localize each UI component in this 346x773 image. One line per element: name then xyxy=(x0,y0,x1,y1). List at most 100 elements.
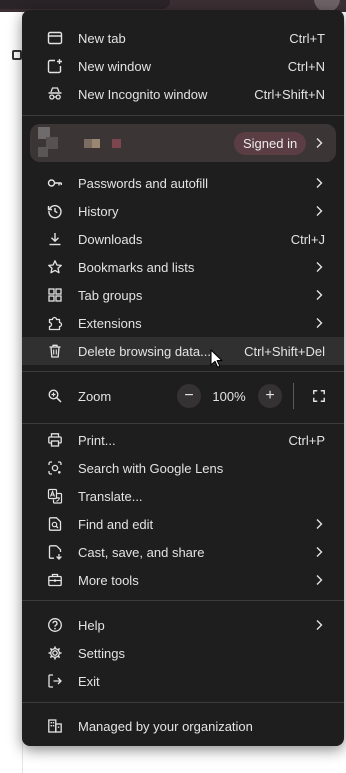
profile-row[interactable]: Signed in xyxy=(30,124,336,162)
downloads-label: Downloads xyxy=(78,231,143,247)
settings-label: Settings xyxy=(78,645,125,661)
downloads-shortcut: Ctrl+J xyxy=(290,231,325,247)
mouse-cursor-icon xyxy=(210,349,223,368)
find-and-edit-label: Find and edit xyxy=(78,516,154,532)
passwords-label: Passwords and autofill xyxy=(78,175,209,191)
chevron-right-icon xyxy=(316,547,323,557)
managed-label: Managed by your organization xyxy=(78,718,253,734)
delete-browsing-data-item[interactable]: Delete browsing data... Ctrl+Shift+Del xyxy=(22,337,344,365)
delete-browsing-data-label: Delete browsing data... xyxy=(78,343,211,359)
print-shortcut: Ctrl+P xyxy=(288,432,325,448)
downloads-item[interactable]: Downloads Ctrl+J xyxy=(22,225,344,253)
help-icon xyxy=(46,616,64,634)
print-item[interactable]: Print... Ctrl+P xyxy=(22,426,344,454)
new-tab-item[interactable]: New tab Ctrl+T xyxy=(22,24,344,52)
extensions-item[interactable]: Extensions xyxy=(22,309,344,337)
google-lens-label: Search with Google Lens xyxy=(78,460,224,476)
cast-icon xyxy=(46,543,64,561)
exit-label: Exit xyxy=(78,673,100,689)
new-tab-shortcut: Ctrl+T xyxy=(289,30,325,46)
chevron-right-icon xyxy=(316,206,323,216)
tab-groups-item[interactable]: Tab groups xyxy=(22,281,344,309)
profile-avatar-pixel xyxy=(38,147,48,157)
printer-icon xyxy=(46,431,64,449)
page-content-behind xyxy=(0,12,23,773)
new-tab-label: New tab xyxy=(78,30,126,46)
key-icon xyxy=(46,174,64,192)
find-icon xyxy=(46,515,64,533)
translate-label: Translate... xyxy=(78,488,143,504)
menu-separator xyxy=(22,702,344,703)
menu-separator xyxy=(22,423,344,424)
help-label: Help xyxy=(78,617,105,633)
zoom-in-button[interactable]: + xyxy=(258,384,282,408)
star-icon xyxy=(46,258,64,276)
more-tools-label: More tools xyxy=(78,572,139,588)
zoom-icon xyxy=(46,387,64,405)
chevron-right-icon xyxy=(316,290,323,300)
menu-separator xyxy=(22,371,344,372)
new-window-shortcut: Ctrl+N xyxy=(287,58,325,74)
signed-in-badge: Signed in xyxy=(234,132,307,155)
bookmarks-item[interactable]: Bookmarks and lists xyxy=(22,253,344,281)
building-icon xyxy=(46,717,64,735)
chevron-right-icon xyxy=(316,519,323,529)
zoom-divider xyxy=(293,383,294,409)
google-lens-item[interactable]: Search with Google Lens xyxy=(22,454,344,482)
cast-save-share-item[interactable]: Cast, save, and share xyxy=(22,538,344,566)
passwords-item[interactable]: Passwords and autofill xyxy=(22,169,344,197)
delete-browsing-data-shortcut: Ctrl+Shift+Del xyxy=(244,343,325,359)
new-incognito-item[interactable]: New Incognito window Ctrl+Shift+N xyxy=(22,80,344,108)
more-tools-item[interactable]: More tools xyxy=(22,566,344,594)
trash-icon xyxy=(46,342,64,360)
browser-main-menu: New tab Ctrl+T New window Ctrl+N New Inc… xyxy=(22,10,344,746)
fullscreen-icon xyxy=(313,390,325,402)
chevron-right-icon xyxy=(316,262,323,272)
profile-name-pixel xyxy=(112,139,121,148)
browser-tab-strip xyxy=(0,0,170,9)
translate-item[interactable]: Translate... xyxy=(22,482,344,510)
translate-icon xyxy=(46,487,64,505)
zoom-level: 100% xyxy=(212,388,246,404)
tab-groups-label: Tab groups xyxy=(78,287,143,303)
new-window-label: New window xyxy=(78,58,151,74)
find-and-edit-item[interactable]: Find and edit xyxy=(22,510,344,538)
chevron-right-icon xyxy=(316,178,323,188)
exit-icon xyxy=(46,672,64,690)
zoom-label: Zoom xyxy=(78,388,112,404)
download-icon xyxy=(46,230,64,248)
cast-save-share-label: Cast, save, and share xyxy=(78,544,205,560)
settings-item[interactable]: Settings xyxy=(22,639,344,667)
extensions-label: Extensions xyxy=(78,315,142,331)
new-window-item[interactable]: New window Ctrl+N xyxy=(22,52,344,80)
history-item[interactable]: History xyxy=(22,197,344,225)
history-icon xyxy=(46,202,64,220)
managed-item[interactable]: Managed by your organization xyxy=(22,712,344,740)
chevron-right-icon xyxy=(316,575,323,585)
help-item[interactable]: Help xyxy=(22,611,344,639)
print-label: Print... xyxy=(78,432,116,448)
new-tab-icon xyxy=(46,29,64,47)
new-incognito-label: New Incognito window xyxy=(78,86,208,102)
profile-name-pixel xyxy=(92,139,100,148)
new-incognito-shortcut: Ctrl+Shift+N xyxy=(254,86,325,102)
profile-name-pixel xyxy=(84,139,92,148)
fullscreen-button[interactable] xyxy=(308,385,330,407)
new-window-icon xyxy=(46,57,64,75)
zoom-row: Zoom − 100% + xyxy=(22,381,344,411)
menu-separator xyxy=(22,600,344,601)
exit-item[interactable]: Exit xyxy=(22,667,344,695)
zoom-out-button[interactable]: − xyxy=(177,384,201,408)
lens-icon xyxy=(46,459,64,477)
page-icon xyxy=(12,50,22,60)
history-label: History xyxy=(78,203,119,219)
grid-icon xyxy=(46,286,64,304)
gear-icon xyxy=(46,644,64,662)
puzzle-icon xyxy=(46,314,64,332)
chevron-right-icon xyxy=(316,318,323,328)
bookmarks-label: Bookmarks and lists xyxy=(78,259,195,275)
menu-separator xyxy=(22,115,344,116)
chevron-right-icon xyxy=(316,138,323,148)
toolbox-icon xyxy=(46,571,64,589)
incognito-icon xyxy=(46,85,64,103)
